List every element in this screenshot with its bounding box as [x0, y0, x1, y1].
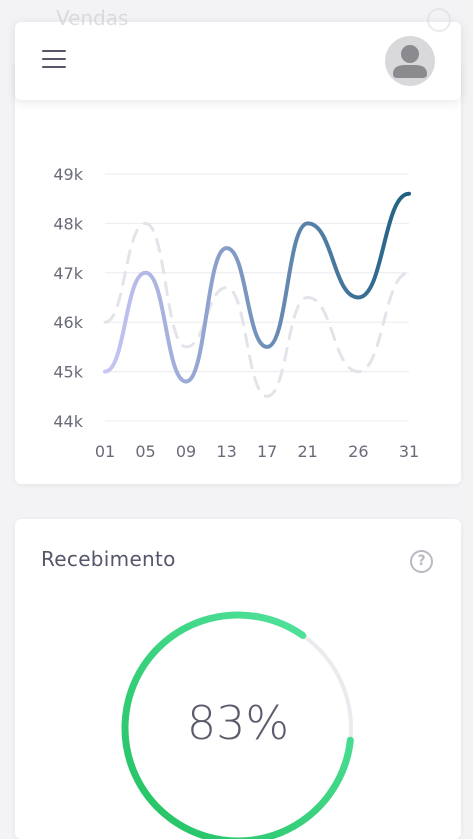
x-tick-label: 09: [176, 442, 196, 461]
y-tick-label: 44k: [53, 412, 83, 431]
hamburger-menu-icon[interactable]: [42, 50, 68, 72]
background-help-icon: [427, 8, 451, 32]
series-line-main: [103, 191, 411, 384]
series-line-dashed: [103, 221, 411, 398]
y-tick-label: 47k: [53, 264, 83, 283]
user-avatar-icon[interactable]: [385, 36, 435, 86]
receipt-card: Recebimento ? 83%: [15, 519, 461, 839]
x-tick-label: 21: [297, 442, 317, 461]
y-tick-label: 46k: [53, 313, 83, 332]
receipt-radial-gauge: [121, 611, 354, 839]
x-tick-label: 01: [95, 442, 115, 461]
y-tick-label: 48k: [53, 214, 83, 233]
y-tick-label: 45k: [53, 363, 83, 382]
sales-line-chart: 44k 45k 46k 47k 48k 49k 01 05 09 13 17 21 26 31: [53, 165, 419, 461]
background-card-title: Vendas: [56, 6, 129, 30]
x-tick-label: 05: [135, 442, 155, 461]
receipt-percent: 83%: [186, 696, 290, 750]
sales-chart-card: 44k 45k 46k 47k 48k 49k 01 05 09 13 17 21 26 31: [15, 60, 461, 484]
x-tick-label: 13: [216, 442, 236, 461]
x-tick-label: 26: [348, 442, 368, 461]
top-bar: Vendas: [15, 6, 461, 100]
x-tick-label: 17: [257, 442, 277, 461]
x-tick-label: 31: [399, 442, 419, 461]
y-tick-label: 49k: [53, 165, 83, 184]
